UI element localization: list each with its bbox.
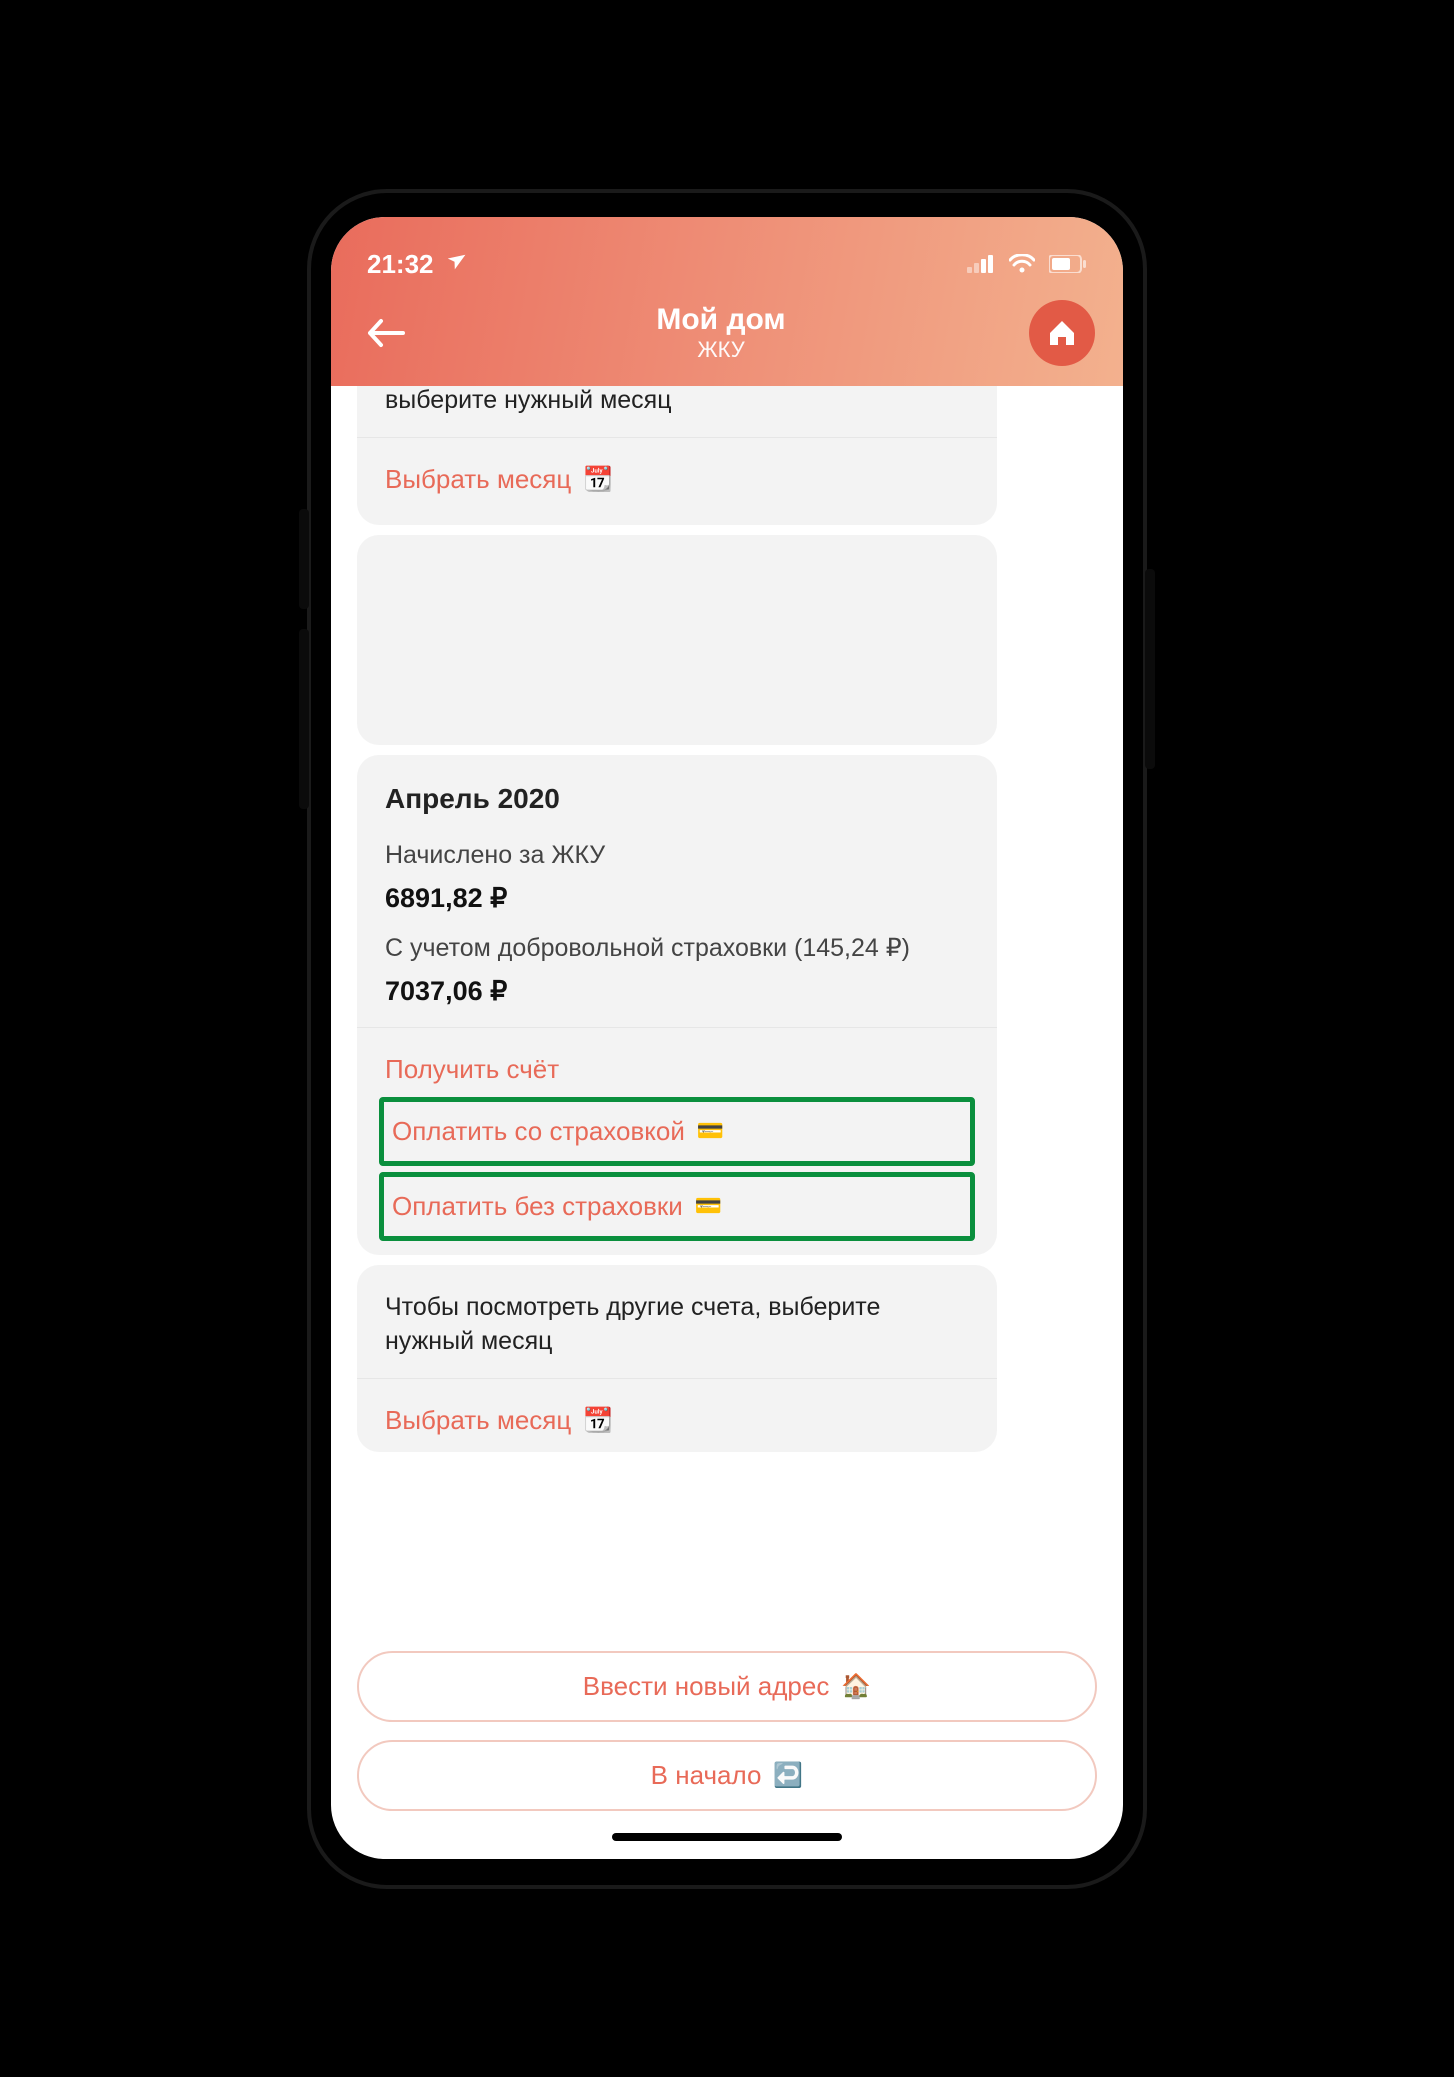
pay-without-insurance-button[interactable]: Оплатить без страховки 💳 <box>379 1172 975 1241</box>
pay-without-insurance-label: Оплатить без страховки <box>392 1191 683 1222</box>
phone-side-button <box>299 509 309 609</box>
footer-actions: Ввести новый адрес 🏠 В начало ↩️ <box>331 1631 1123 1851</box>
status-bar: 21:32 <box>331 249 1123 286</box>
card-icon: 💳 <box>697 1118 724 1144</box>
select-month-button[interactable]: Выбрать месяц 📆 <box>385 1399 969 1442</box>
header-title-wrap: Мой дом ЖКУ <box>656 303 785 363</box>
to-start-label: В начало <box>651 1760 762 1791</box>
wifi-icon <box>1009 254 1035 274</box>
app-screen: 21:32 <box>331 217 1123 1859</box>
status-left: 21:32 <box>367 249 466 280</box>
card-icon: 💳 <box>695 1193 722 1219</box>
new-address-label: Ввести новый адрес <box>583 1671 830 1702</box>
app-header: 21:32 <box>331 217 1123 386</box>
bill-total-amount: 7037,06 ₽ <box>385 976 969 1007</box>
get-bill-label: Получить счёт <box>385 1054 559 1085</box>
chat-area: выберите нужный месяц Выбрать месяц 📆 Ап… <box>331 386 1123 1631</box>
bill-bubble: Апрель 2020 Начислено за ЖКУ 6891,82 ₽ С… <box>357 755 997 1255</box>
get-bill-button[interactable]: Получить счёт <box>385 1048 969 1091</box>
message-bubble: Чтобы посмотреть другие счета, выберите … <box>357 1265 997 1453</box>
phone-side-button <box>1145 569 1155 769</box>
calendar-icon: 📆 <box>583 1406 613 1435</box>
house-icon: 🏠 <box>841 1672 871 1701</box>
bill-charged-label: Начислено за ЖКУ <box>385 839 969 873</box>
divider <box>357 1027 997 1028</box>
message-bubble: выберите нужный месяц Выбрать месяц 📆 <box>357 386 997 526</box>
status-time: 21:32 <box>367 249 434 280</box>
back-button[interactable] <box>359 306 413 360</box>
status-right <box>967 254 1087 274</box>
to-start-button[interactable]: В начало ↩️ <box>357 1740 1097 1811</box>
phone-frame: 21:32 <box>307 189 1147 1889</box>
placeholder-bubble <box>357 535 997 745</box>
home-icon <box>1044 315 1080 351</box>
bill-month-title: Апрель 2020 <box>385 783 969 815</box>
pay-with-insurance-button[interactable]: Оплатить со страховкой 💳 <box>379 1097 975 1166</box>
home-indicator <box>612 1833 842 1841</box>
battery-icon <box>1049 255 1087 273</box>
select-month-label: Выбрать месяц <box>385 1405 571 1436</box>
home-button[interactable] <box>1029 300 1095 366</box>
new-address-button[interactable]: Ввести новый адрес 🏠 <box>357 1651 1097 1722</box>
tip-text: Чтобы посмотреть другие счета, выберите … <box>385 1291 969 1359</box>
select-month-button[interactable]: Выбрать месяц 📆 <box>385 458 969 501</box>
tip-tail-text: выберите нужный месяц <box>385 386 969 418</box>
calendar-icon: 📆 <box>583 465 613 494</box>
divider <box>357 1378 997 1379</box>
divider <box>357 437 997 438</box>
location-arrow-icon <box>441 248 468 280</box>
bill-charged-amount: 6891,82 ₽ <box>385 883 969 914</box>
select-month-label: Выбрать месяц <box>385 464 571 495</box>
phone-side-button <box>299 629 309 809</box>
header-title: Мой дом <box>656 303 785 338</box>
header-subtitle: ЖКУ <box>656 337 785 362</box>
bill-insurance-label: С учетом добровольной страховки (145,24 … <box>385 932 969 966</box>
cellular-signal-icon <box>967 255 995 273</box>
pay-with-insurance-label: Оплатить со страховкой <box>392 1116 685 1147</box>
nav-bar: Мой дом ЖКУ <box>331 286 1123 386</box>
return-icon: ↩️ <box>773 1761 803 1790</box>
